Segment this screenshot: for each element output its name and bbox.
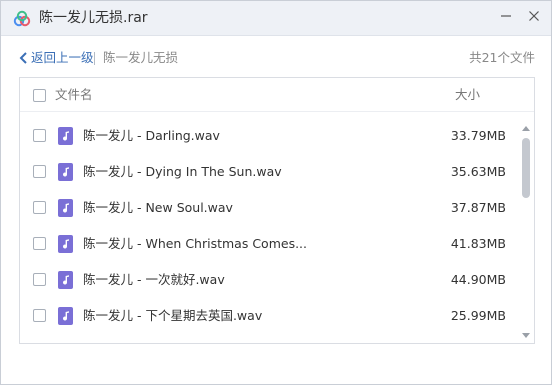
file-size: 25.99MB bbox=[450, 308, 506, 323]
list-item[interactable]: 陈一发儿 - When Christmas Comes... 41.83MB bbox=[20, 226, 520, 262]
row-checkbox[interactable] bbox=[33, 165, 46, 178]
audio-file-icon bbox=[58, 199, 73, 217]
column-header-name[interactable]: 文件名 bbox=[55, 78, 93, 112]
back-label: 返回上一级 bbox=[31, 50, 94, 65]
audio-file-icon bbox=[58, 271, 73, 289]
audio-file-icon bbox=[58, 163, 73, 181]
file-count: 共21个文件 bbox=[469, 50, 535, 65]
list-item[interactable]: 陈一发儿 - Darling.wav 33.79MB bbox=[20, 118, 520, 154]
list-item[interactable]: 陈一发儿 - 一次就好.wav 44.90MB bbox=[20, 262, 520, 298]
back-button[interactable]: 返回上一级 bbox=[19, 45, 94, 71]
breadcrumb-divider bbox=[94, 52, 95, 65]
row-checkbox[interactable] bbox=[33, 129, 46, 142]
file-name: 陈一发儿 - Dying In The Sun.wav bbox=[83, 164, 282, 179]
select-all-checkbox[interactable] bbox=[33, 89, 46, 102]
row-checkbox[interactable] bbox=[33, 309, 46, 322]
file-name: 陈一发儿 - Darling.wav bbox=[83, 128, 220, 143]
chevron-left-icon bbox=[19, 52, 27, 64]
cloud-icon bbox=[12, 9, 32, 29]
file-name: 陈一发儿 - New Soul.wav bbox=[83, 200, 233, 215]
scroll-up-arrow-icon[interactable] bbox=[522, 126, 530, 131]
minimize-button[interactable] bbox=[491, 1, 521, 31]
title-bar: 陈一发儿无损.rar bbox=[1, 1, 551, 36]
audio-file-icon bbox=[58, 127, 73, 145]
audio-file-icon bbox=[58, 307, 73, 325]
archive-viewer-window: 陈一发儿无损.rar 返回上一级 陈一发儿无损 共21个文件 文件名 大小 陈一… bbox=[0, 0, 552, 385]
file-size: 41.83MB bbox=[450, 236, 506, 251]
row-checkbox[interactable] bbox=[33, 237, 46, 250]
file-size: 37.87MB bbox=[450, 200, 506, 215]
vertical-scrollbar[interactable] bbox=[521, 126, 531, 338]
file-name: 陈一发儿 - 下个星期去英国.wav bbox=[83, 308, 263, 323]
file-size: 44.90MB bbox=[450, 272, 506, 287]
file-name: 陈一发儿 - 一次就好.wav bbox=[83, 272, 225, 287]
scroll-down-arrow-icon[interactable] bbox=[522, 333, 530, 338]
file-size: 35.63MB bbox=[450, 164, 506, 179]
column-header-size[interactable]: 大小 bbox=[455, 78, 480, 112]
list-item[interactable]: 陈一发儿 - Dying In The Sun.wav 35.63MB bbox=[20, 154, 520, 190]
audio-file-icon bbox=[58, 235, 73, 253]
close-icon bbox=[529, 11, 539, 21]
list-header: 文件名 大小 bbox=[20, 78, 534, 112]
file-list: 文件名 大小 陈一发儿 - Darling.wav 33.79MB 陈一发儿 -… bbox=[19, 77, 535, 344]
row-checkbox[interactable] bbox=[33, 273, 46, 286]
file-rows: 陈一发儿 - Darling.wav 33.79MB 陈一发儿 - Dying … bbox=[20, 118, 520, 334]
breadcrumb: 陈一发儿无损 bbox=[103, 50, 179, 65]
file-name: 陈一发儿 - When Christmas Comes... bbox=[83, 236, 307, 251]
list-item[interactable]: 陈一发儿 - New Soul.wav 37.87MB bbox=[20, 190, 520, 226]
close-button[interactable] bbox=[519, 1, 549, 31]
navigation-bar: 返回上一级 陈一发儿无损 共21个文件 bbox=[19, 45, 539, 71]
file-size: 33.79MB bbox=[450, 128, 506, 143]
minimize-icon bbox=[501, 15, 511, 17]
window-title: 陈一发儿无损.rar bbox=[39, 10, 148, 26]
row-checkbox[interactable] bbox=[33, 201, 46, 214]
scroll-thumb[interactable] bbox=[522, 138, 530, 198]
list-item[interactable]: 陈一发儿 - 下个星期去英国.wav 25.99MB bbox=[20, 298, 520, 334]
